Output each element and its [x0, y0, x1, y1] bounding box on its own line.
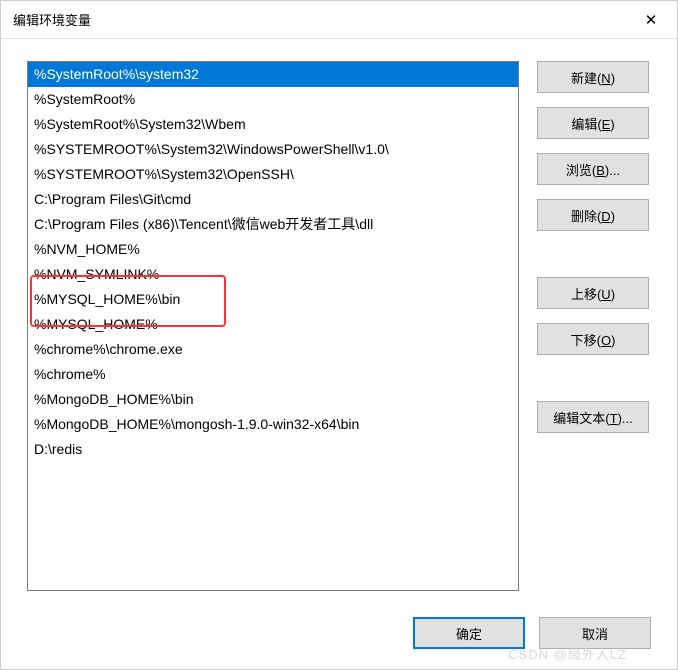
titlebar: 编辑环境变量 ✕ — [1, 1, 677, 39]
list-item[interactable]: %SystemRoot% — [28, 87, 518, 112]
list-item[interactable]: C:\Program Files\Git\cmd — [28, 187, 518, 212]
window-title: 编辑环境变量 — [13, 10, 91, 29]
list-item[interactable]: %NVM_SYMLINK% — [28, 262, 518, 287]
list-item[interactable]: %chrome%\chrome.exe — [28, 337, 518, 362]
close-icon[interactable]: ✕ — [637, 6, 665, 34]
list-item[interactable]: %MYSQL_HOME%\bin — [28, 287, 518, 312]
move-up-button[interactable]: 上移(U) — [537, 277, 649, 309]
browse-button[interactable]: 浏览(B)... — [537, 153, 649, 185]
edit-text-button[interactable]: 编辑文本(T)... — [537, 401, 649, 433]
edit-button[interactable]: 编辑(E) — [537, 107, 649, 139]
button-column: 新建(N) 编辑(E) 浏览(B)... 删除(D) 上移(U) 下移(O) 编… — [537, 61, 649, 599]
list-item[interactable]: %SYSTEMROOT%\System32\OpenSSH\ — [28, 162, 518, 187]
list-item[interactable]: %MongoDB_HOME%\bin — [28, 387, 518, 412]
content-area: %SystemRoot%\system32%SystemRoot%%System… — [27, 61, 651, 599]
delete-button[interactable]: 删除(D) — [537, 199, 649, 231]
list-item[interactable]: C:\Program Files (x86)\Tencent\微信web开发者工… — [28, 212, 518, 237]
list-item[interactable]: %NVM_HOME% — [28, 237, 518, 262]
new-button[interactable]: 新建(N) — [537, 61, 649, 93]
ok-button[interactable]: 确定 — [413, 617, 525, 649]
list-item[interactable]: %SystemRoot%\system32 — [28, 62, 518, 87]
list-item[interactable]: D:\redis — [28, 437, 518, 462]
list-item[interactable]: %SYSTEMROOT%\System32\WindowsPowerShell\… — [28, 137, 518, 162]
dialog-footer: 确定 取消 — [413, 617, 651, 649]
cancel-button[interactable]: 取消 — [539, 617, 651, 649]
move-down-button[interactable]: 下移(O) — [537, 323, 649, 355]
list-item[interactable]: %chrome% — [28, 362, 518, 387]
list-item[interactable]: %SystemRoot%\System32\Wbem — [28, 112, 518, 137]
path-listbox[interactable]: %SystemRoot%\system32%SystemRoot%%System… — [27, 61, 519, 591]
list-item[interactable]: %MongoDB_HOME%\mongosh-1.9.0-win32-x64\b… — [28, 412, 518, 437]
list-item[interactable]: %MYSQL_HOME% — [28, 312, 518, 337]
